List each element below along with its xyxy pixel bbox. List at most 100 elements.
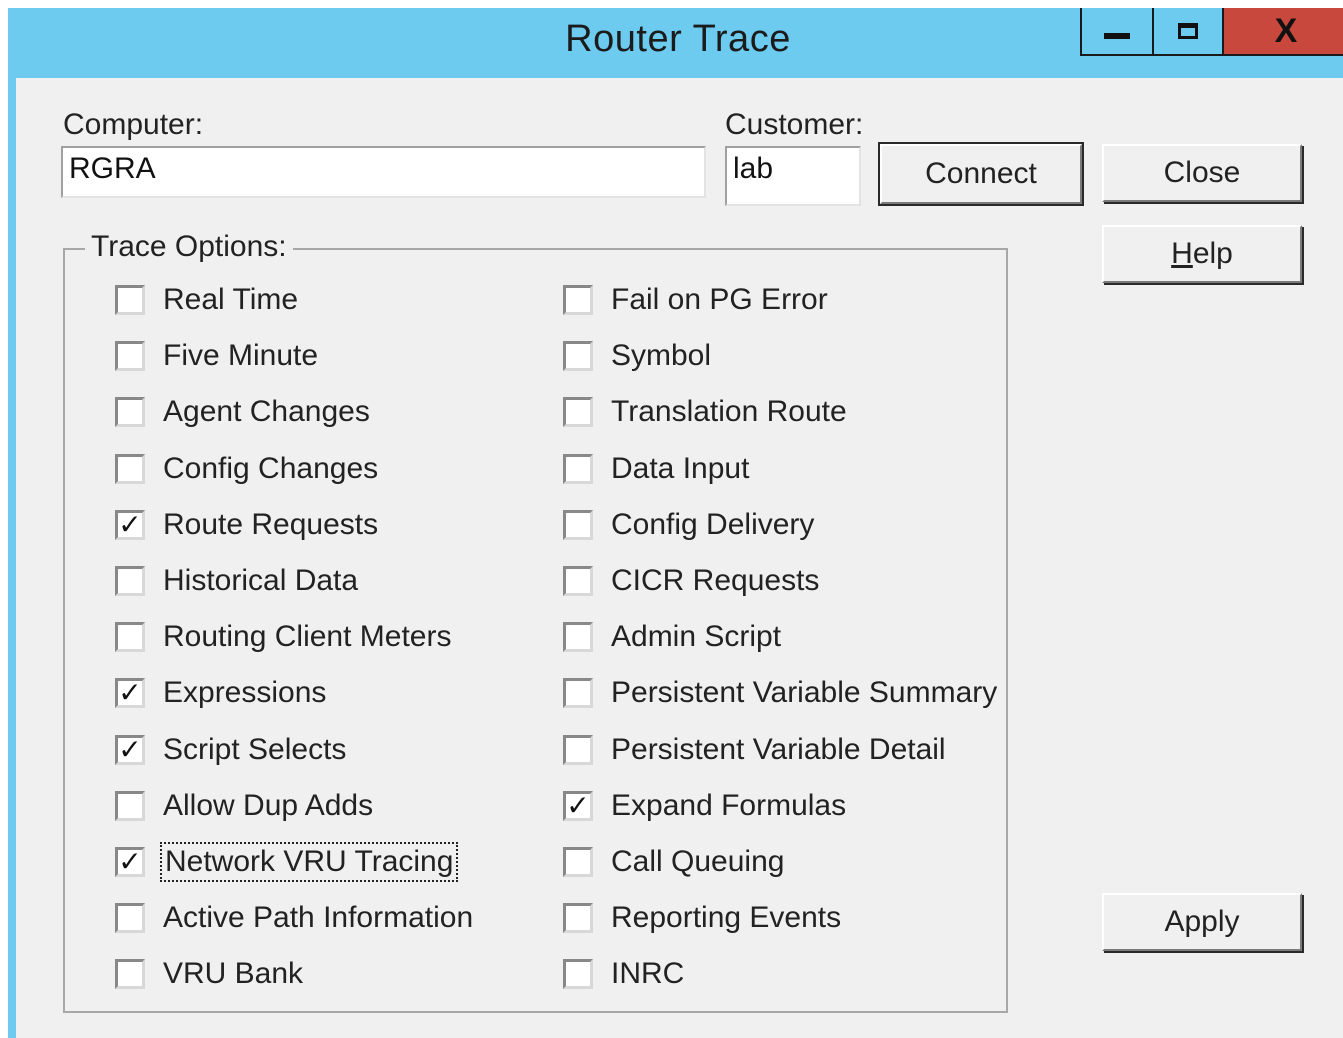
checkbox-call-queuing[interactable] [563, 847, 593, 877]
option-label: Reporting Events [611, 901, 842, 935]
option-label: Config Delivery [611, 507, 815, 541]
computer-label: Computer: [63, 108, 204, 141]
checkbox-network-vru-tracing[interactable]: ✓ [115, 847, 145, 877]
checkbox-route-requests[interactable]: ✓ [115, 509, 145, 540]
option-label: Data Input [611, 451, 750, 485]
option-label: VRU Bank [163, 957, 304, 991]
option-label: Translation Route [611, 395, 847, 429]
checkbox-inrc[interactable] [563, 959, 593, 990]
option-vru-bank[interactable]: VRU Bank [115, 954, 303, 994]
option-persistent-variable-summary[interactable]: Persistent Variable Summary [563, 673, 997, 713]
checkbox-fail-on-pg-error[interactable] [563, 285, 593, 315]
close-button[interactable]: Close [1102, 144, 1302, 202]
option-label: Active Path Information [163, 901, 474, 935]
checkbox-agent-changes[interactable] [115, 397, 145, 428]
dialog-client-area: Computer: RGRA Customer: lab Connect Clo… [16, 78, 1343, 1038]
option-label: Script Selects [163, 732, 347, 766]
option-label: Allow Dup Adds [163, 788, 374, 822]
checkbox-reporting-events[interactable] [563, 903, 593, 934]
option-fail-on-pg-error[interactable]: Fail on PG Error [563, 280, 828, 320]
option-admin-script[interactable]: Admin Script [563, 617, 781, 657]
minimize-icon [1104, 33, 1130, 39]
checkbox-allow-dup-adds[interactable] [115, 790, 145, 821]
option-routing-client-meters[interactable]: Routing Client Meters [115, 617, 451, 657]
option-reporting-events[interactable]: Reporting Events [563, 898, 841, 938]
option-historical-data[interactable]: Historical Data [115, 561, 358, 601]
option-real-time[interactable]: Real Time [115, 280, 298, 320]
checkbox-cicr-requests[interactable] [563, 566, 593, 596]
option-label: Expand Formulas [611, 788, 847, 822]
maximize-icon [1178, 23, 1198, 39]
checkbox-historical-data[interactable] [115, 566, 145, 596]
option-label: Persistent Variable Summary [611, 676, 998, 710]
option-expand-formulas[interactable]: ✓ Expand Formulas [563, 786, 846, 826]
option-persistent-variable-detail[interactable]: Persistent Variable Detail [563, 730, 946, 770]
option-cicr-requests[interactable]: CICR Requests [563, 561, 819, 601]
router-trace-window: Router Trace X Computer: RGRA Customer: … [8, 8, 1343, 1038]
customer-input[interactable]: lab [725, 146, 861, 206]
option-label: INRC [611, 957, 685, 991]
checkbox-persistent-variable-detail[interactable] [563, 734, 593, 765]
option-data-input[interactable]: Data Input [563, 449, 749, 489]
option-five-minute[interactable]: Five Minute [115, 336, 318, 376]
checkbox-data-input[interactable] [563, 453, 593, 484]
computer-input[interactable]: RGRA [61, 146, 706, 198]
option-config-changes[interactable]: Config Changes [115, 449, 378, 489]
option-label: Five Minute [163, 339, 319, 373]
option-label: Route Requests [163, 507, 379, 541]
option-label: Persistent Variable Detail [611, 732, 946, 766]
trace-options-label: Trace Options: [85, 230, 293, 264]
option-label: Fail on PG Error [611, 283, 828, 316]
checkbox-active-path-information[interactable] [115, 903, 145, 934]
checkbox-persistent-variable-summary[interactable] [563, 678, 593, 709]
option-config-delivery[interactable]: Config Delivery [563, 505, 814, 545]
option-call-queuing[interactable]: Call Queuing [563, 842, 784, 882]
option-label: Agent Changes [163, 395, 370, 429]
maximize-button[interactable] [1154, 8, 1224, 54]
option-inrc[interactable]: INRC [563, 954, 684, 994]
option-agent-changes[interactable]: Agent Changes [115, 392, 370, 432]
checkbox-real-time[interactable] [115, 285, 145, 315]
trace-options-group: Trace Options: Real Time Five Minute Agent… [63, 230, 1008, 1013]
title-bar[interactable]: Router Trace X [8, 8, 1343, 78]
option-label: Historical Data [163, 564, 359, 597]
option-translation-route[interactable]: Translation Route [563, 392, 847, 432]
checkbox-vru-bank[interactable] [115, 959, 145, 990]
option-label: Routing Client Meters [163, 620, 452, 654]
option-label: CICR Requests [611, 564, 820, 597]
customer-label: Customer: [725, 108, 864, 141]
option-label: Admin Script [611, 620, 782, 654]
option-label: Call Queuing [611, 845, 785, 878]
option-label: Symbol [611, 339, 712, 373]
checkbox-five-minute[interactable] [115, 341, 145, 372]
option-allow-dup-adds[interactable]: Allow Dup Adds [115, 786, 373, 826]
option-label: Config Changes [163, 451, 379, 485]
checkbox-translation-route[interactable] [563, 397, 593, 428]
option-expressions[interactable]: ✓ Expressions [115, 673, 326, 713]
option-active-path-information[interactable]: Active Path Information [115, 898, 473, 938]
checkbox-admin-script[interactable] [563, 622, 593, 653]
option-label: Expressions [163, 676, 327, 710]
window-close-button[interactable]: X [1224, 8, 1343, 54]
option-label: Network VRU Tracing [159, 842, 459, 882]
window-controls: X [1080, 8, 1343, 56]
checkbox-config-changes[interactable] [115, 453, 145, 484]
checkbox-expressions[interactable]: ✓ [115, 678, 145, 709]
option-label: Real Time [163, 283, 299, 316]
option-route-requests[interactable]: ✓ Route Requests [115, 505, 378, 545]
help-button[interactable]: Help [1102, 225, 1302, 283]
option-script-selects[interactable]: ✓ Script Selects [115, 730, 346, 770]
checkbox-symbol[interactable] [563, 341, 593, 372]
option-network-vru-tracing[interactable]: ✓ Network VRU Tracing [115, 842, 459, 882]
checkbox-script-selects[interactable]: ✓ [115, 734, 145, 765]
close-icon: X [1274, 12, 1298, 50]
checkbox-routing-client-meters[interactable] [115, 622, 145, 653]
connect-button[interactable]: Connect [878, 142, 1084, 206]
minimize-button[interactable] [1082, 8, 1154, 54]
apply-button[interactable]: Apply [1102, 893, 1302, 951]
checkbox-expand-formulas[interactable]: ✓ [563, 790, 593, 821]
checkbox-config-delivery[interactable] [563, 509, 593, 540]
help-label: elp [1192, 237, 1233, 270]
help-mnemonic: H [1171, 237, 1193, 270]
option-symbol[interactable]: Symbol [563, 336, 711, 376]
